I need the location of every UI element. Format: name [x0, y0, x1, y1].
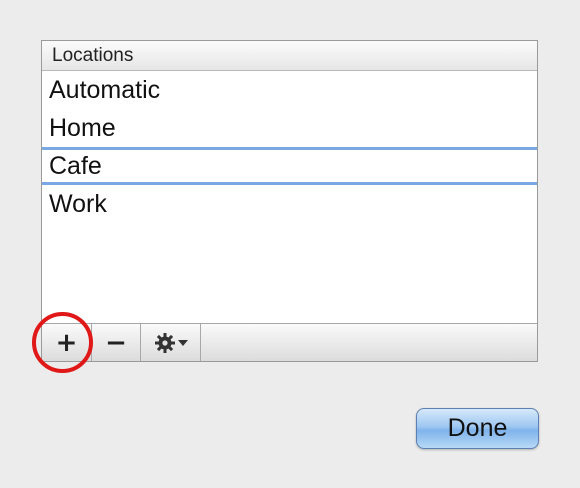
location-item-automatic[interactable]: Automatic — [42, 71, 537, 109]
locations-toolbar: + − — [42, 323, 537, 361]
location-list[interactable]: Automatic Home Cafe Work — [42, 71, 537, 323]
minus-icon: − — [105, 327, 127, 358]
gear-icon — [154, 332, 175, 353]
location-item-cafe[interactable]: Cafe — [42, 147, 537, 185]
triangle-down-icon — [177, 339, 188, 346]
add-location-button[interactable]: + — [42, 324, 92, 361]
done-button[interactable]: Done — [416, 408, 539, 449]
locations-panel: Locations Automatic Home Cafe Work + − — [41, 40, 538, 362]
locations-header: Locations — [42, 41, 537, 71]
location-item-work[interactable]: Work — [42, 185, 537, 223]
remove-location-button[interactable]: − — [92, 324, 141, 361]
plus-icon: + — [55, 327, 78, 358]
action-menu-button[interactable] — [141, 324, 201, 361]
location-item-home[interactable]: Home — [42, 109, 537, 147]
